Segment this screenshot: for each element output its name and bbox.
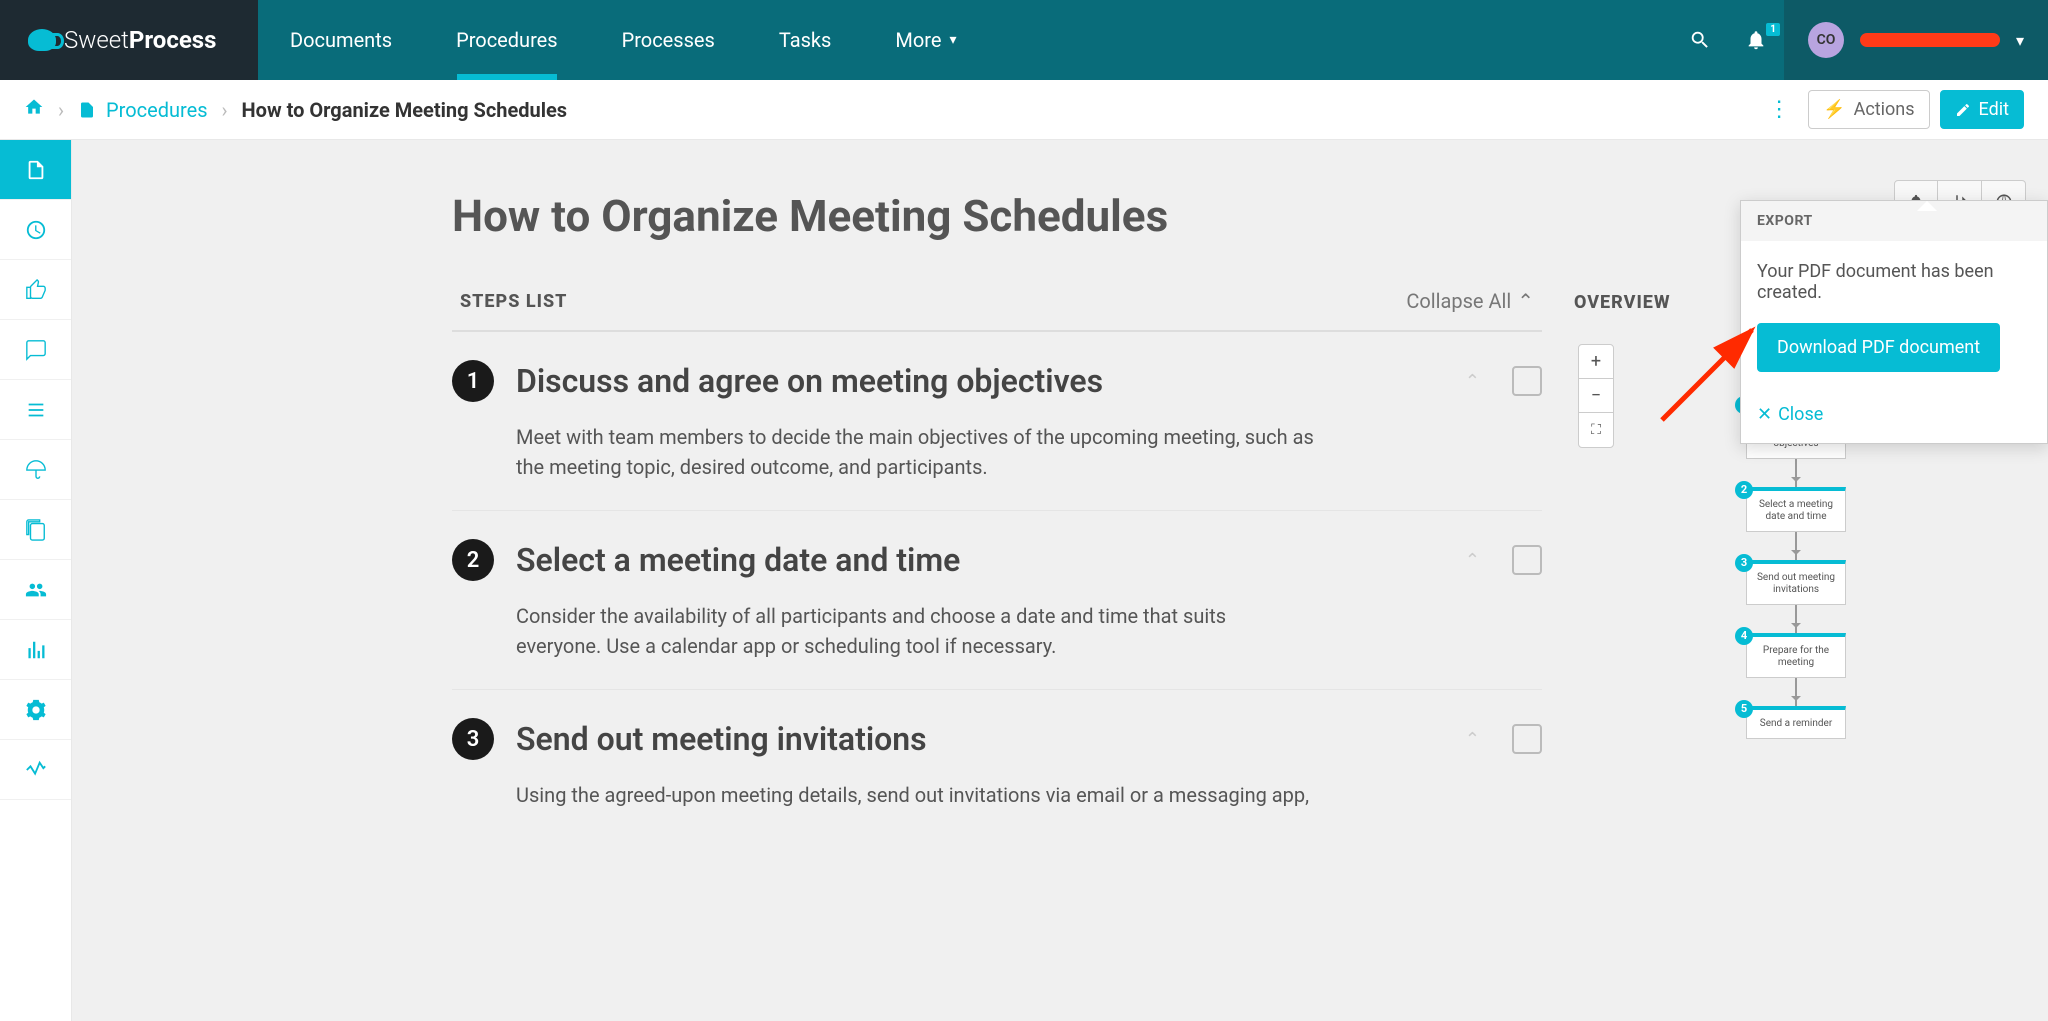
export-close-button[interactable]: ✕Close bbox=[1741, 392, 2047, 443]
flow-node[interactable]: 3Send out meeting invitations bbox=[1746, 560, 1846, 605]
breadcrumb-current: How to Organize Meeting Schedules bbox=[242, 98, 568, 122]
flow-arrow bbox=[1795, 459, 1797, 487]
step-body: Using the agreed-upon meeting details, s… bbox=[516, 780, 1316, 810]
flow-node[interactable]: 5Send a reminder bbox=[1746, 706, 1846, 739]
user-menu[interactable]: CO ▾ bbox=[1784, 0, 2048, 80]
fit-screen-button[interactable]: ⛶ bbox=[1579, 413, 1613, 447]
export-message: Your PDF document has been created. bbox=[1757, 261, 2031, 303]
flow-arrow bbox=[1795, 605, 1797, 633]
sidebar-stats-icon[interactable] bbox=[0, 620, 71, 680]
sidebar-users-icon[interactable] bbox=[0, 560, 71, 620]
download-pdf-button[interactable]: Download PDF document bbox=[1757, 323, 2000, 372]
breadcrumb: › Procedures › How to Organize Meeting S… bbox=[24, 97, 567, 122]
nav-more[interactable]: More▾ bbox=[863, 0, 988, 80]
export-header: EXPORT bbox=[1741, 201, 2047, 241]
logo-text-bold: Process bbox=[129, 26, 217, 54]
edit-button[interactable]: Edit bbox=[1940, 90, 2024, 129]
step-item: 2 Select a meeting date and time ⌃ Consi… bbox=[452, 511, 1542, 690]
sidebar-list-icon[interactable] bbox=[0, 380, 71, 440]
more-menu-icon[interactable]: ⋮ bbox=[1760, 97, 1798, 122]
logo-text-thin: Sweet bbox=[64, 26, 129, 54]
step-item: 1 Discuss and agree on meeting objective… bbox=[452, 332, 1542, 511]
flow-node[interactable]: 2Select a meeting date and time bbox=[1746, 487, 1846, 532]
chevron-up-icon: ⌃ bbox=[1517, 289, 1534, 313]
page-title: How to Organize Meeting Schedules bbox=[452, 190, 1752, 242]
zoom-controls: + − ⛶ bbox=[1578, 344, 1614, 448]
notifications-icon[interactable]: 1 bbox=[1728, 29, 1784, 51]
steps-header: STEPS LIST Collapse All ⌃ bbox=[452, 272, 1542, 332]
flow-arrow bbox=[1795, 678, 1797, 706]
step-body: Consider the availability of all partici… bbox=[516, 601, 1316, 661]
step-number: 3 bbox=[452, 718, 494, 760]
sidebar-gear-icon[interactable] bbox=[0, 680, 71, 740]
nav-procedures[interactable]: Procedures bbox=[424, 0, 590, 80]
step-number: 1 bbox=[452, 360, 494, 402]
overview-title: OVERVIEW bbox=[1574, 292, 1671, 313]
sidebar-copy-icon[interactable] bbox=[0, 500, 71, 560]
breadcrumb-procedures[interactable]: Procedures bbox=[78, 98, 208, 122]
chevron-down-icon: ▾ bbox=[949, 32, 956, 48]
logo-icon bbox=[28, 29, 56, 51]
chevron-up-icon[interactable]: ⌃ bbox=[1465, 371, 1480, 392]
chevron-down-icon: ▾ bbox=[2016, 31, 2024, 50]
nav-tasks[interactable]: Tasks bbox=[747, 0, 864, 80]
chevron-up-icon[interactable]: ⌃ bbox=[1465, 729, 1480, 750]
step-title[interactable]: Discuss and agree on meeting objectives bbox=[516, 362, 1443, 400]
avatar: CO bbox=[1808, 22, 1844, 58]
sidebar bbox=[0, 140, 72, 1021]
sidebar-chat-icon[interactable] bbox=[0, 320, 71, 380]
header-right: 1 CO ▾ bbox=[1672, 0, 2048, 80]
step-body: Meet with team members to decide the mai… bbox=[516, 422, 1316, 482]
actions-button[interactable]: ⚡Actions bbox=[1808, 90, 1929, 129]
breadcrumb-separator: › bbox=[222, 98, 228, 122]
close-icon: ✕ bbox=[1757, 404, 1772, 425]
step-checkbox[interactable] bbox=[1512, 366, 1542, 396]
sidebar-umbrella-icon[interactable] bbox=[0, 440, 71, 500]
breadcrumb-separator: › bbox=[58, 98, 64, 122]
sidebar-document-icon[interactable] bbox=[0, 140, 71, 200]
sidebar-history-icon[interactable] bbox=[0, 200, 71, 260]
home-icon[interactable] bbox=[24, 97, 44, 122]
breadcrumb-actions: ⋮ ⚡Actions Edit bbox=[1760, 90, 2024, 129]
sidebar-activity-icon[interactable] bbox=[0, 740, 71, 800]
chevron-up-icon[interactable]: ⌃ bbox=[1465, 550, 1480, 571]
step-checkbox[interactable] bbox=[1512, 545, 1542, 575]
nav-documents[interactable]: Documents bbox=[258, 0, 424, 80]
logo-section[interactable]: SweetProcess bbox=[0, 0, 258, 80]
zoom-in-button[interactable]: + bbox=[1579, 345, 1613, 379]
steps-list-title: STEPS LIST bbox=[460, 291, 567, 312]
notification-badge: 1 bbox=[1766, 23, 1780, 36]
flow-arrow bbox=[1795, 532, 1797, 560]
flow-node[interactable]: 4Prepare for the meeting bbox=[1746, 633, 1846, 678]
main-nav: Documents Procedures Processes Tasks Mor… bbox=[258, 0, 988, 80]
zoom-out-button[interactable]: − bbox=[1579, 379, 1613, 413]
app-header: SweetProcess Documents Procedures Proces… bbox=[0, 0, 2048, 80]
user-name-redacted bbox=[1860, 33, 2000, 47]
sidebar-thumbs-up-icon[interactable] bbox=[0, 260, 71, 320]
step-item: 3 Send out meeting invitations ⌃ Using t… bbox=[452, 690, 1542, 838]
steps-column: STEPS LIST Collapse All ⌃ 1 Discuss and … bbox=[452, 272, 1542, 932]
export-popover: EXPORT Your PDF document has been create… bbox=[1740, 200, 2048, 444]
collapse-all-button[interactable]: Collapse All ⌃ bbox=[1406, 289, 1534, 313]
breadcrumb-bar: › Procedures › How to Organize Meeting S… bbox=[0, 80, 2048, 140]
step-title[interactable]: Select a meeting date and time bbox=[516, 541, 1443, 579]
step-title[interactable]: Send out meeting invitations bbox=[516, 720, 1443, 758]
search-icon[interactable] bbox=[1672, 29, 1728, 51]
step-checkbox[interactable] bbox=[1512, 724, 1542, 754]
nav-processes[interactable]: Processes bbox=[590, 0, 747, 80]
step-number: 2 bbox=[452, 539, 494, 581]
logo: SweetProcess bbox=[28, 26, 216, 54]
